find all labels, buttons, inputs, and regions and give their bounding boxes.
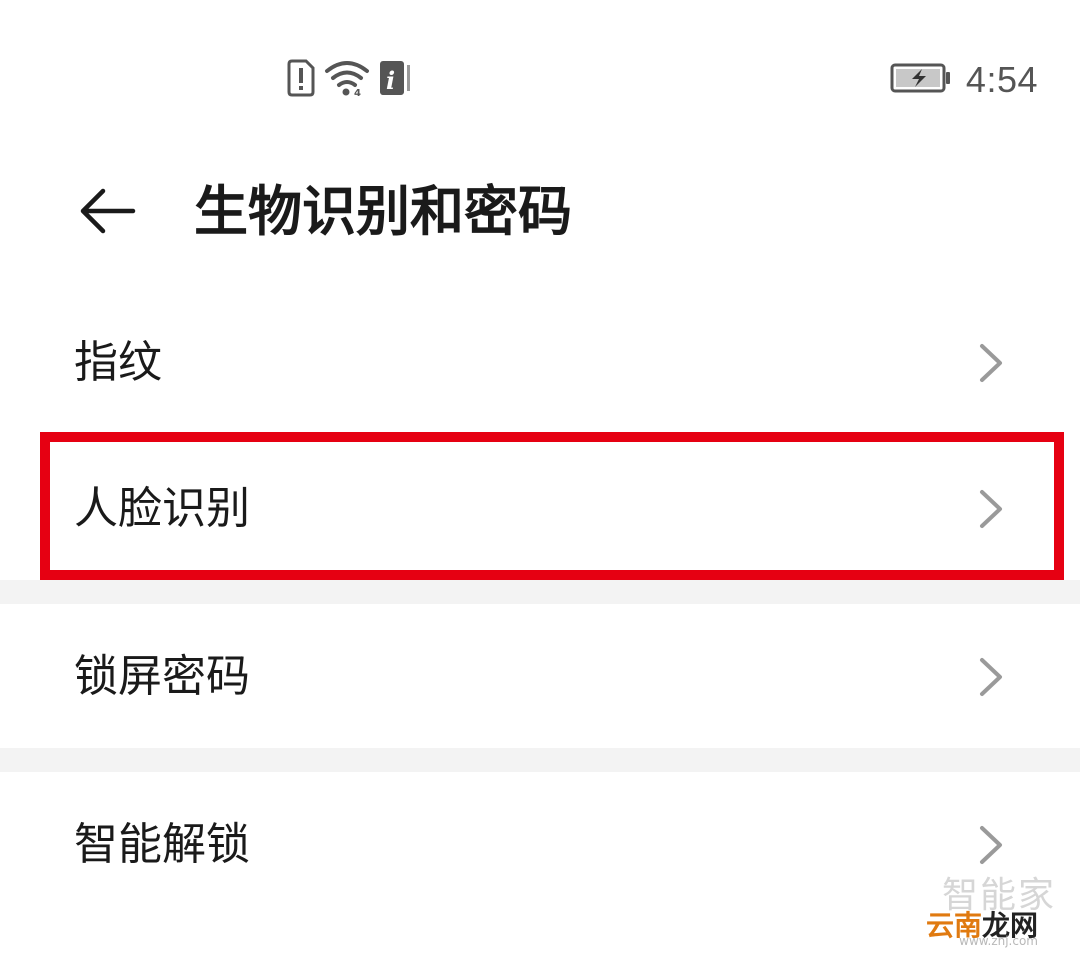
svg-text:i: i — [386, 66, 395, 95]
clock: 4:54 — [965, 59, 1038, 100]
group-separator — [0, 748, 1080, 772]
chevron-right-icon — [976, 657, 1006, 697]
info-icon: i — [378, 59, 412, 101]
settings-group-lock: 锁屏密码 — [0, 604, 1080, 750]
chevron-right-icon — [976, 343, 1006, 383]
watermark: 智能家 云南龙网 www.znj.com — [926, 866, 1066, 948]
group-separator — [0, 580, 1080, 604]
page-title: 生物识别和密码 — [194, 180, 572, 243]
header: 生物识别和密码 — [0, 160, 1080, 270]
settings-item-face-recognition[interactable]: 人脸识别 — [0, 436, 1080, 582]
settings-item-fingerprint[interactable]: 指纹 — [0, 290, 1080, 436]
status-bar: 4 i 4:54 — [0, 0, 1080, 160]
settings-screen: 4 i 4:54 生物识别和密码 指纹 人脸识别 锁屏密码 智能解锁 智能家 云… — [0, 0, 1080, 954]
battery-charging-icon — [890, 62, 952, 98]
settings-item-lock-screen-password[interactable]: 锁屏密码 — [0, 604, 1080, 750]
settings-group-biometrics: 指纹 人脸识别 — [0, 290, 1080, 582]
svg-text:4: 4 — [354, 88, 361, 97]
status-icons-left: 4 i — [286, 59, 412, 101]
status-icons-right: 4:54 — [890, 58, 1038, 102]
back-button[interactable] — [66, 178, 148, 248]
wifi-icon: 4 — [324, 59, 370, 101]
sim-alert-icon — [286, 59, 316, 101]
settings-group-smart-unlock: 智能解锁 — [0, 772, 1080, 918]
arrow-left-icon — [77, 186, 137, 240]
settings-item-label: 人脸识别 — [74, 483, 250, 534]
chevron-right-icon — [976, 489, 1006, 529]
settings-item-label: 指纹 — [74, 337, 162, 388]
settings-item-label: 锁屏密码 — [74, 651, 250, 702]
settings-item-label: 智能解锁 — [74, 819, 250, 870]
settings-item-smart-unlock[interactable]: 智能解锁 — [0, 772, 1080, 918]
watermark-url: www.znj.com — [959, 934, 1038, 948]
chevron-right-icon — [976, 825, 1006, 865]
